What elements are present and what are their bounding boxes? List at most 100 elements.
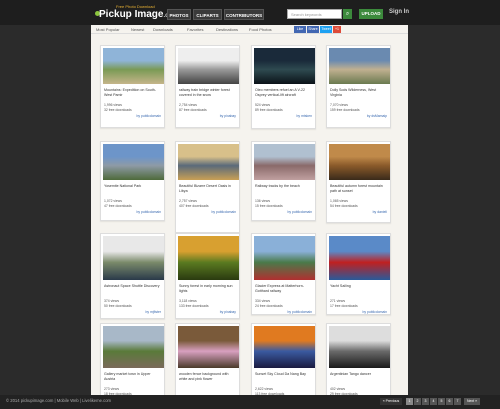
subnav-food-photos[interactable]: Food Photos [249,27,272,32]
google-plus-button[interactable]: +1 [333,26,341,33]
photo-card[interactable]: Glacier Express at Matterhorn-Gotthard r… [251,233,316,315]
photo-card[interactable]: Mountains: Expedition on South-West Pami… [100,45,165,128]
download-count: 24 free downloads [255,304,283,308]
photo-thumbnail[interactable] [329,326,390,368]
view-count: 3,118 views [179,299,197,303]
photo-title[interactable]: railway train bridge winter forest cover… [179,88,237,97]
subnav-most-popular[interactable]: Most Popular [96,27,120,32]
author-link[interactable]: by dsMamaip [367,114,387,118]
author-link[interactable]: by publicdomain [362,310,387,314]
author-link[interactable]: by mjfister [146,310,161,314]
previous-page-button[interactable]: « Previous [380,398,402,405]
page-number[interactable]: 5 [438,398,445,405]
photo-title[interactable]: Beautiful Bizarre Desert Oasis in Libya [179,184,237,193]
photo-title[interactable]: Dolly Sods Wilderness, West Virginia [330,88,388,97]
sign-in-link[interactable]: Sign In [389,9,409,15]
photo-card[interactable]: railway train bridge winter forest cover… [175,45,240,128]
author-link[interactable]: by danieli [373,210,387,214]
download-count: 50 free downloads [104,304,132,308]
photo-card[interactable]: Railway tracks by the beach 136 views 15 f… [251,141,316,221]
site-logo[interactable]: Free Photo Download Pickup Image.com [95,4,177,22]
logo-name: Pickup Image.com [99,9,177,20]
top-bar: Free Photo Download Pickup Image.com PHO… [0,0,500,25]
author-link[interactable]: by publicdomain [287,310,312,314]
photo-card[interactable]: Astronaut Space Shuttle Discovery 374 vie… [100,233,165,319]
author-link[interactable]: by publicdomain [287,210,312,214]
author-link[interactable]: by pixabay [220,114,236,118]
page-number[interactable]: 7 [454,398,461,405]
photo-title[interactable]: Railway tracks by the beach [255,184,313,189]
author-link[interactable]: by pixabay [220,310,236,314]
page-number[interactable]: 1 [406,398,413,405]
photo-thumbnail[interactable] [254,236,315,280]
view-count: 374 views [104,299,120,303]
photo-thumbnail[interactable] [103,326,164,368]
photo-thumbnail[interactable] [329,48,390,84]
photo-thumbnail[interactable] [103,48,164,84]
facebook-like-button[interactable]: Like [294,26,306,33]
photo-card[interactable]: Yosemite National Park 1,072 views 47 free… [100,141,165,221]
photo-card[interactable]: Argentinian Tango dancer 402 views 29 free… [326,323,391,395]
photo-card[interactable]: Sunset Sky Cloud Da Nang Bay 2,622 views 1… [251,323,316,395]
photo-title[interactable]: Beautiful autumn forest mountain path at… [330,184,388,193]
photo-thumbnail[interactable] [254,326,315,368]
tweet-button[interactable]: Tweet [320,26,332,33]
download-count: 133 free downloads [179,304,209,308]
facebook-share-button[interactable]: Share [307,26,319,33]
photo-card[interactable]: Sunny forest in early morning sun lights… [175,233,240,319]
photo-card[interactable]: Beautiful Bizarre Desert Oasis in Libya 2… [175,141,240,233]
photo-card[interactable]: wooden fence background with white and p… [175,323,240,395]
photo-title[interactable]: Argentinian Tango dancer [330,372,388,377]
photo-title[interactable]: Glacier Express at Matterhorn-Gotthard r… [255,284,313,293]
download-count: 407 free downloads [179,204,209,208]
photo-thumbnail[interactable] [329,144,390,180]
photo-title[interactable]: Sunset Sky Cloud Da Nang Bay [255,372,313,377]
photo-title[interactable]: Mountains: Expedition on South-West Pami… [104,88,162,97]
download-count: 32 free downloads [104,108,132,112]
sub-navigation: Most Popular Newest Downloads Favorites … [91,25,408,34]
photo-title[interactable]: Yacht Sailing [330,284,388,289]
search-input[interactable]: Search keywords [287,9,342,19]
photo-thumbnail[interactable] [178,144,239,180]
nav-cliparts[interactable]: CLIPARTS [193,9,222,20]
photo-thumbnail[interactable] [178,48,239,84]
photo-card[interactable]: Beautiful autumn forest mountain path at… [326,141,391,223]
upload-button[interactable]: UPLOAD [359,9,383,19]
photo-thumbnail[interactable] [103,144,164,180]
photo-thumbnail[interactable] [178,236,239,280]
photo-thumbnail[interactable] [329,236,390,280]
nav-photos[interactable]: PHOTOS [167,9,191,20]
photo-card[interactable]: Gallery market town in Upper Austria 273 … [100,323,165,395]
photo-title[interactable]: Yosemite National Park [104,184,162,189]
photo-thumbnail[interactable] [254,48,315,84]
photo-title[interactable]: Sunny forest in early morning sun lights [179,284,237,293]
photo-thumbnail[interactable] [254,144,315,180]
photo-title[interactable]: Gallery market town in Upper Austria [104,372,162,381]
subnav-destinations[interactable]: Destinations [216,27,238,32]
subnav-newest[interactable]: Newest [131,27,144,32]
author-link[interactable]: by mtsken [297,114,312,118]
photo-title[interactable]: Oleo members refuel an A V-22 Osprey ver… [255,88,313,97]
author-link[interactable]: by publicdomain [136,210,161,214]
author-link[interactable]: by publicdomain [211,210,236,214]
photo-card[interactable]: Yacht Sailing 271 views 17 free downloads b… [326,233,391,315]
photo-card[interactable]: Dolly Sods Wilderness, West Virginia 7,07… [326,45,391,128]
author-link[interactable]: by publicdomain [136,114,161,118]
download-count: 17 free downloads [330,304,358,308]
page-number[interactable]: 4 [430,398,437,405]
page-number[interactable]: 2 [414,398,421,405]
download-count: 47 free downloads [104,204,132,208]
photo-title[interactable]: Astronaut Space Shuttle Discovery [104,284,162,289]
page-number[interactable]: 3 [422,398,429,405]
page-number[interactable]: 6 [446,398,453,405]
photo-thumbnail[interactable] [103,236,164,280]
photo-card[interactable]: Oleo members refuel an A V-22 Osprey ver… [251,45,316,129]
search-icon: ⌕ [345,11,350,17]
next-page-button[interactable]: Next » [464,398,480,405]
subnav-favorites[interactable]: Favorites [187,27,203,32]
nav-contributors[interactable]: CONTRIBUTORS [224,9,264,20]
subnav-downloads[interactable]: Downloads [153,27,173,32]
search-button[interactable]: ⌕ [343,9,352,19]
photo-thumbnail[interactable] [178,326,239,368]
photo-title[interactable]: wooden fence background with white and p… [179,372,237,381]
